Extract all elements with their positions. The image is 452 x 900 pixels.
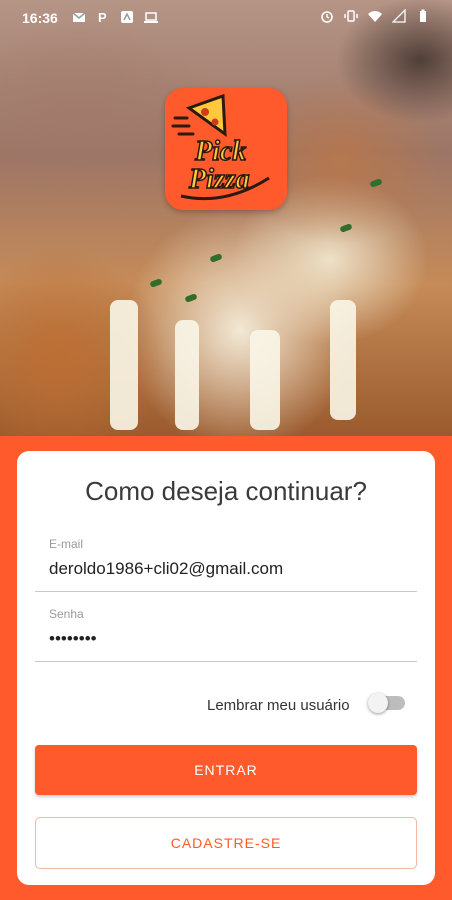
register-button[interactable]: CADASTRE-SE — [35, 817, 417, 869]
status-bar: 16:36 P — [0, 0, 452, 36]
app-icon — [121, 11, 133, 23]
login-button[interactable]: ENTRAR — [35, 745, 417, 795]
battery-icon — [420, 9, 426, 22]
toggle-knob — [368, 693, 388, 713]
email-field[interactable]: deroldo1986+cli02@gmail.com — [49, 559, 283, 579]
cheese-strand — [250, 330, 280, 430]
herb — [369, 178, 383, 188]
alarm-icon — [321, 11, 333, 23]
password-label: Senha — [49, 607, 84, 621]
paypal-icon: P — [98, 10, 107, 24]
login-card: Como deseja continuar? E-mail deroldo198… — [17, 451, 435, 885]
signal-icon — [392, 9, 406, 23]
email-label: E-mail — [49, 537, 84, 551]
page-title: Como deseja continuar? — [85, 476, 367, 506]
wifi-icon — [368, 11, 382, 22]
laptop-icon — [144, 12, 158, 23]
herb — [209, 253, 223, 263]
logo-text-pick: Pick — [194, 136, 246, 167]
status-time: 16:36 — [22, 10, 58, 26]
pick-pizza-logo: Pick Pizza — [165, 88, 287, 210]
svg-text:P: P — [98, 10, 107, 24]
password-underline — [35, 661, 417, 662]
vibrate-icon — [344, 10, 358, 22]
cheese-strand — [110, 300, 138, 430]
herb — [339, 223, 353, 233]
logo-text-pizza: Pizza — [188, 164, 250, 195]
cheese-strand — [175, 320, 199, 430]
gmail-icon — [72, 12, 86, 22]
email-underline — [35, 591, 417, 592]
password-field[interactable]: •••••••• — [49, 629, 97, 649]
cheese-strand — [330, 300, 356, 420]
pizza-background-image — [0, 0, 452, 436]
herb — [184, 293, 198, 303]
herb — [149, 278, 163, 288]
remember-user-label: Lembrar meu usuário — [207, 697, 350, 714]
